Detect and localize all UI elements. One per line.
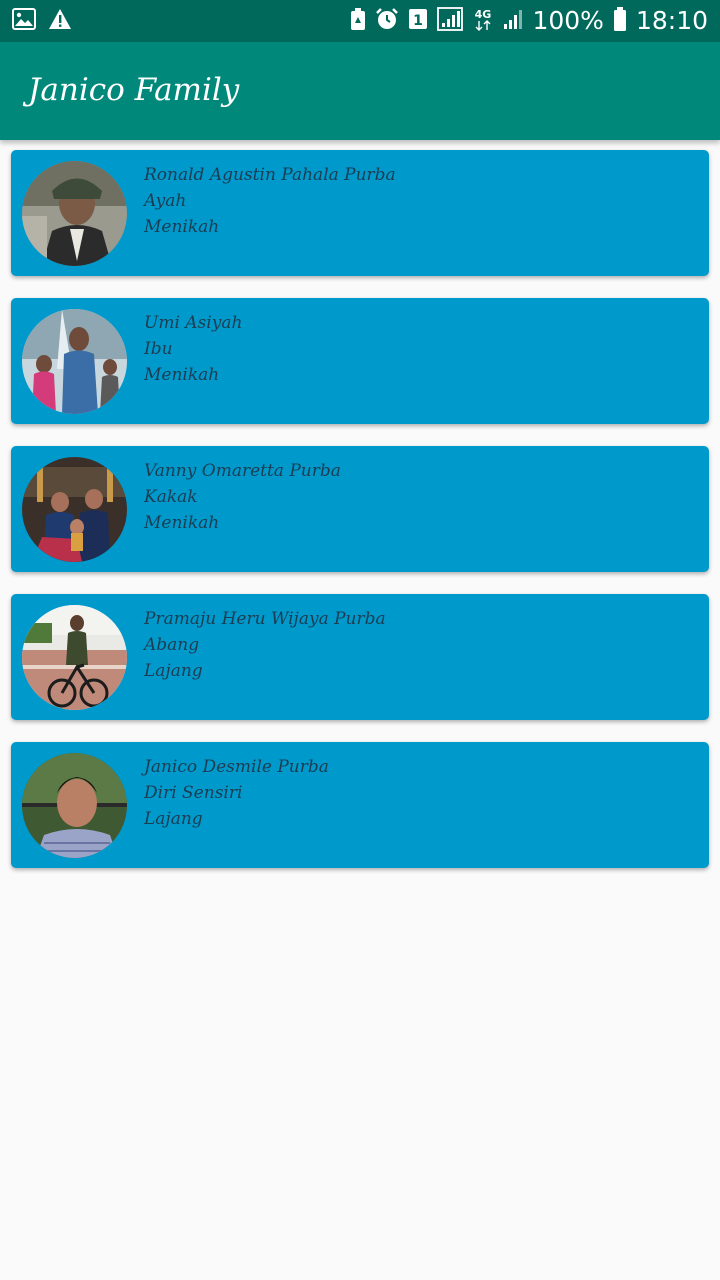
sim-1-icon: 1 — [408, 7, 428, 35]
member-info: Janico Desmile Purba Diri Sensiri Lajang — [144, 754, 329, 832]
member-info: Pramaju Heru Wijaya Purba Abang Lajang — [144, 606, 386, 684]
family-list: Ronald Agustin Pahala Purba Ayah Menikah… — [0, 150, 720, 890]
app-bar: Janico Family — [0, 42, 720, 140]
clock: 18:10 — [635, 6, 708, 35]
warning-icon — [48, 8, 72, 34]
member-info: Vanny Omaretta Purba Kakak Menikah — [144, 458, 341, 536]
member-name: Janico Desmile Purba — [144, 757, 329, 777]
network-4g-icon: 4G — [472, 6, 494, 36]
signal-icon — [437, 7, 464, 35]
member-status: Lajang — [144, 809, 203, 829]
member-status: Lajang — [144, 661, 203, 681]
member-info: Umi Asiyah Ibu Menikah — [144, 310, 242, 388]
member-status: Menikah — [144, 365, 220, 385]
signal-icon — [503, 7, 523, 35]
member-role: Abang — [144, 635, 200, 655]
member-name: Vanny Omaretta Purba — [144, 461, 341, 481]
avatar-photo-self — [22, 753, 127, 858]
status-right: 1 4G 100% 18:10 — [350, 6, 708, 36]
avatar-photo-sister — [22, 457, 127, 562]
member-name: Umi Asiyah — [144, 313, 243, 333]
family-card[interactable]: Ronald Agustin Pahala Purba Ayah Menikah — [11, 150, 709, 276]
member-status: Menikah — [144, 217, 220, 237]
status-left — [12, 8, 72, 34]
member-role: Diri Sensiri — [144, 783, 243, 803]
member-info: Ronald Agustin Pahala Purba Ayah Menikah — [144, 162, 396, 240]
status-bar: 1 4G 100% 18:10 — [0, 0, 720, 42]
battery-percent: 100% — [532, 6, 604, 35]
member-role: Ibu — [144, 339, 173, 359]
family-card[interactable]: Pramaju Heru Wijaya Purba Abang Lajang — [11, 594, 709, 720]
alarm-icon — [375, 7, 399, 35]
image-icon — [12, 8, 36, 34]
family-card[interactable]: Vanny Omaretta Purba Kakak Menikah — [11, 446, 709, 572]
network-type-label: 4G — [475, 8, 492, 21]
avatar-photo-mother — [22, 309, 127, 414]
member-name: Ronald Agustin Pahala Purba — [144, 165, 396, 185]
member-status: Menikah — [144, 513, 220, 533]
member-role: Ayah — [144, 191, 187, 211]
battery-saver-icon — [350, 7, 366, 35]
member-role: Kakak — [144, 487, 198, 507]
avatar-photo-brother — [22, 605, 127, 710]
sim-slot-label: 1 — [414, 13, 424, 29]
app-title: Janico Family — [28, 72, 240, 108]
member-name: Pramaju Heru Wijaya Purba — [144, 609, 386, 629]
avatar-photo-father — [22, 161, 127, 266]
battery-icon — [613, 6, 627, 36]
family-card[interactable]: Umi Asiyah Ibu Menikah — [11, 298, 709, 424]
family-card[interactable]: Janico Desmile Purba Diri Sensiri Lajang — [11, 742, 709, 868]
